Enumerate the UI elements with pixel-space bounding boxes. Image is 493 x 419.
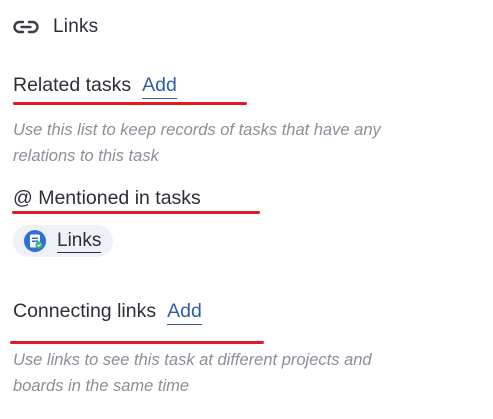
annotation-underline <box>10 341 264 344</box>
mentioned-task-chip[interactable]: Links <box>13 225 114 257</box>
link-icon <box>13 14 39 40</box>
related-tasks-add-button[interactable]: Add <box>142 74 177 99</box>
connecting-links-hint: Use links to see this task at different … <box>13 347 473 399</box>
hint-line: Use links to see this task at different … <box>13 351 372 369</box>
connecting-links-add-button[interactable]: Add <box>167 300 202 325</box>
connecting-links-heading: Connecting links Add <box>13 300 202 325</box>
related-tasks-title: Related tasks <box>13 74 132 96</box>
hint-line: boards in the same time <box>13 377 190 395</box>
hint-line: Use this list to keep records of tasks t… <box>13 121 381 139</box>
mentioned-task-label: Links <box>57 229 102 253</box>
mentioned-heading: @ Mentioned in tasks <box>13 187 201 210</box>
connecting-links-title: Connecting links <box>13 300 157 322</box>
panel-header: Links <box>13 14 98 40</box>
related-tasks-heading: Related tasks Add <box>13 74 177 99</box>
hint-line: relations to this task <box>13 147 159 165</box>
related-tasks-hint: Use this list to keep records of tasks t… <box>13 117 473 169</box>
mentioned-title: @ Mentioned in tasks <box>13 187 201 209</box>
task-icon <box>23 229 47 253</box>
annotation-underline <box>13 102 247 105</box>
annotation-underline <box>12 211 260 214</box>
panel-title: Links <box>53 16 99 37</box>
